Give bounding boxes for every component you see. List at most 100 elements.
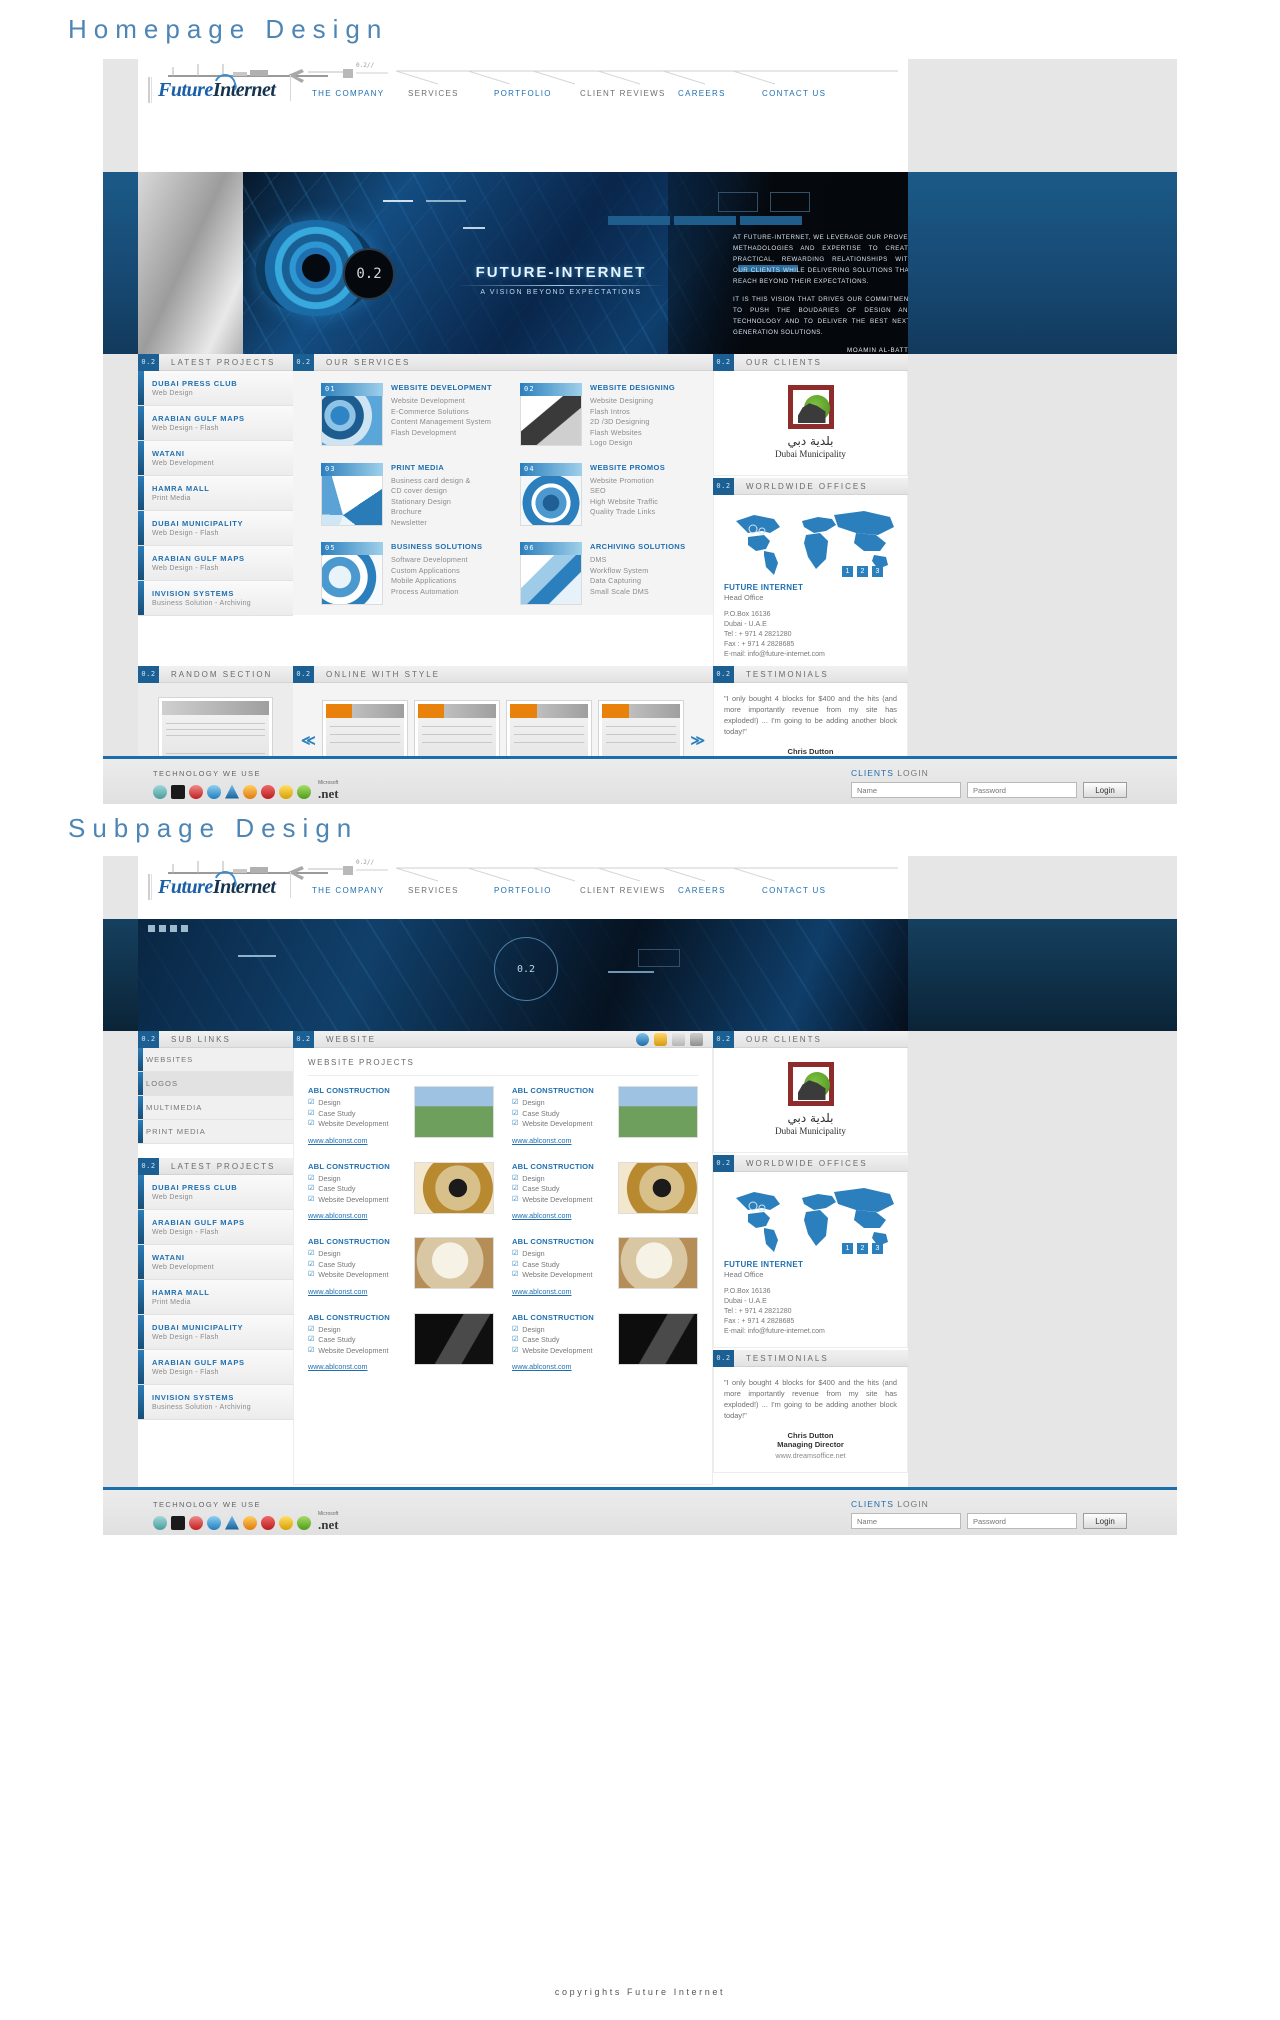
- project-list-item[interactable]: INVISION SYSTEMS Business Solution - Arc…: [138, 581, 293, 616]
- project-link[interactable]: www.ablconst.com: [308, 1362, 368, 1371]
- login-name-input[interactable]: [851, 1513, 961, 1529]
- map-pin-3[interactable]: 3: [872, 1243, 883, 1254]
- carousel-next-arrow-icon[interactable]: ≫: [690, 733, 705, 747]
- nav-item-the-company[interactable]: THE COMPANY: [310, 89, 406, 98]
- project-list-item[interactable]: DUBAI MUNICIPALITY Web Design - Flash: [138, 511, 293, 546]
- project-link[interactable]: www.ablconst.com: [512, 1136, 572, 1145]
- sub-latest-projects-header: 0.2 LATEST PROJECTS: [138, 1157, 293, 1175]
- website-project-card[interactable]: ABL CONSTRUCTION ☑ Design ☑ Case Study ☑ We…: [308, 1161, 494, 1224]
- project-list-item[interactable]: DUBAI MUNICIPALITY Web Design - Flash: [138, 1315, 293, 1350]
- website-project-card[interactable]: ABL CONSTRUCTION ☑ Design ☑ Case Study ☑ We…: [308, 1237, 494, 1299]
- map-pin-3[interactable]: 3: [872, 566, 883, 577]
- nav-item-contact-us[interactable]: CONTACT US: [760, 886, 846, 895]
- project-list-item[interactable]: WATANI Web Development: [138, 1245, 293, 1280]
- login-button[interactable]: Login: [1083, 1513, 1127, 1529]
- map-pin-2[interactable]: 2: [857, 566, 868, 577]
- nav-item-careers[interactable]: CAREERS: [676, 89, 760, 98]
- service-card[interactable]: 02 WEBSITE DESIGNING Website Designing F…: [520, 383, 703, 449]
- project-type: Web Design: [152, 390, 194, 397]
- map-pin-1[interactable]: 1: [842, 1243, 853, 1254]
- gear-icon[interactable]: [654, 1033, 667, 1046]
- website-project-card[interactable]: ABL CONSTRUCTION ☑ Design ☑ Case Study ☑ We…: [512, 1086, 698, 1148]
- client-name-arabic: بلدية دبي: [787, 434, 834, 448]
- sublink-websites[interactable]: WEBSITES: [138, 1048, 293, 1072]
- site-logo[interactable]: FutureInternet: [148, 70, 303, 106]
- nav-item-the-company[interactable]: THE COMPANY: [310, 886, 406, 895]
- map-pin-1[interactable]: 1: [842, 566, 853, 577]
- panel-tag: 0.2: [713, 477, 734, 495]
- page-icon[interactable]: [672, 1033, 685, 1046]
- map-pin-2[interactable]: 2: [857, 1243, 868, 1254]
- nav-item-client-reviews[interactable]: CLIENT REVIEWS: [578, 89, 676, 98]
- service-card[interactable]: 06 ARCHIVING SOLUTIONS DMS Workflow Syst…: [520, 542, 703, 605]
- service-card[interactable]: 03 PRINT MEDIA Business card design & CD…: [321, 462, 504, 529]
- project-list-item[interactable]: DUBAI PRESS CLUB Web Design: [138, 1175, 293, 1210]
- check-icon: ☑: [308, 1185, 315, 1192]
- website-project-card[interactable]: ABL CONSTRUCTION ☑ Design ☑ Case Study ☑ We…: [308, 1312, 494, 1375]
- check-icon: ☑: [308, 1099, 315, 1106]
- project-list-item[interactable]: HAMRA MALL Print Media: [138, 1280, 293, 1315]
- service-thumb: 06: [520, 542, 582, 605]
- website-project-card[interactable]: ABL CONSTRUCTION ☑ Design ☑ Case Study ☑ We…: [512, 1312, 698, 1375]
- project-feature: ☑ Case Study: [308, 1109, 406, 1120]
- service-line: Flash Development: [391, 427, 457, 437]
- website-projects-body: WEBSITE PROJECTS ABL CONSTRUCTION ☑ Desig…: [293, 1048, 713, 1485]
- project-list-item[interactable]: ARABIAN GULF MAPS Web Design - Flash: [138, 546, 293, 581]
- project-link[interactable]: www.ablconst.com: [308, 1211, 368, 1220]
- service-line: E-Commerce Solutions: [391, 406, 469, 416]
- login-button[interactable]: Login: [1083, 782, 1127, 798]
- project-link[interactable]: www.ablconst.com: [512, 1211, 572, 1220]
- project-link[interactable]: www.ablconst.com: [308, 1136, 368, 1145]
- project-name: INVISION SYSTEMS: [152, 589, 235, 598]
- project-link[interactable]: www.ablconst.com: [512, 1362, 572, 1371]
- website-project-card[interactable]: ABL CONSTRUCTION ☑ Design ☑ Case Study ☑ We…: [512, 1161, 698, 1224]
- project-name: DUBAI MUNICIPALITY: [152, 1323, 244, 1332]
- project-link[interactable]: www.ablconst.com: [308, 1287, 368, 1296]
- sublink-logos[interactable]: LOGOS: [138, 1072, 293, 1096]
- project-list-item[interactable]: HAMRA MALL Print Media: [138, 476, 293, 511]
- carousel-prev-arrow-icon[interactable]: ≪: [301, 733, 316, 747]
- project-list-item[interactable]: WATANI Web Development: [138, 441, 293, 476]
- service-card[interactable]: 05 BUSINESS SOLUTIONS Software Developme…: [321, 542, 504, 605]
- testimonials-header: 0.2 TESTIMONIALS: [713, 1349, 908, 1367]
- nav-item-client-reviews[interactable]: CLIENT REVIEWS: [578, 886, 676, 895]
- project-list-item[interactable]: INVISION SYSTEMS Business Solution - Arc…: [138, 1385, 293, 1420]
- nav-item-careers[interactable]: CAREERS: [676, 886, 760, 895]
- hero-dot-markers: [148, 925, 188, 932]
- service-line: Website Promotion: [590, 475, 654, 485]
- project-list-item[interactable]: ARABIAN GULF MAPS Web Design - Flash: [138, 406, 293, 441]
- print-icon[interactable]: [690, 1033, 703, 1046]
- service-card[interactable]: 01 WEBSITE DEVELOPMENT Website Developme…: [321, 383, 504, 449]
- dot-marker: [170, 925, 177, 932]
- login-password-input[interactable]: [967, 782, 1077, 798]
- nav-item-services[interactable]: SERVICES: [406, 886, 492, 895]
- hud-box-2: [770, 192, 810, 212]
- hero-dial: 0.2: [343, 248, 395, 300]
- website-project-card[interactable]: ABL CONSTRUCTION ☑ Design ☑ Case Study ☑ We…: [308, 1086, 494, 1148]
- sublink-print-media[interactable]: PRINT MEDIA: [138, 1120, 293, 1144]
- nav-item-contact-us[interactable]: CONTACT US: [760, 89, 846, 98]
- nav-item-portfolio[interactable]: PORTFOLIO: [492, 89, 578, 98]
- hero-dial-value: 0.2: [356, 266, 382, 282]
- project-title: ABL CONSTRUCTION: [308, 1237, 390, 1246]
- office-email[interactable]: E-mail: info@future-internet.com: [724, 1327, 897, 1337]
- nav-item-portfolio[interactable]: PORTFOLIO: [492, 886, 578, 895]
- testimonial-author-url[interactable]: www.dreamsoffice.net: [724, 1451, 897, 1460]
- nav-item-services[interactable]: SERVICES: [406, 89, 492, 98]
- project-list-item[interactable]: DUBAI PRESS CLUB Web Design: [138, 371, 293, 406]
- project-list-item[interactable]: ARABIAN GULF MAPS Web Design - Flash: [138, 1210, 293, 1245]
- website-project-card[interactable]: ABL CONSTRUCTION ☑ Design ☑ Case Study ☑ We…: [512, 1237, 698, 1299]
- car-thumb: [414, 1312, 494, 1365]
- service-line: Custom Applications: [391, 565, 460, 575]
- globe-icon[interactable]: [636, 1033, 649, 1046]
- project-link[interactable]: www.ablconst.com: [512, 1287, 572, 1296]
- photoshop-icon: [225, 1515, 239, 1530]
- office-email[interactable]: E-mail: info@future-internet.com: [724, 650, 897, 660]
- sublink-multimedia[interactable]: MULTIMEDIA: [138, 1096, 293, 1120]
- login-password-input[interactable]: [967, 1513, 1077, 1529]
- service-card[interactable]: 04 WEBSITE PROMOS Website Promotion SEO …: [520, 462, 703, 529]
- project-list-item[interactable]: ARABIAN GULF MAPS Web Design - Flash: [138, 1350, 293, 1385]
- random-section-title: RANDOM SECTION: [171, 669, 273, 679]
- site-logo[interactable]: FutureInternet: [148, 867, 303, 903]
- login-name-input[interactable]: [851, 782, 961, 798]
